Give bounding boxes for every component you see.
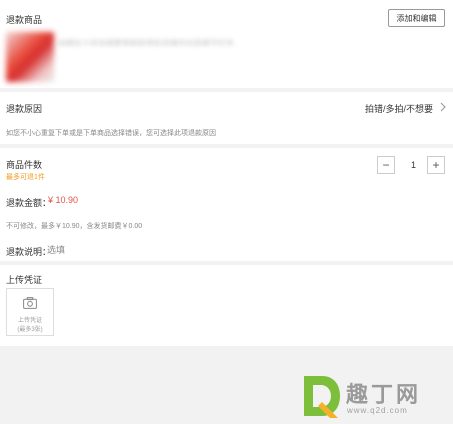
quantity-max-text: 最多可退1件 <box>6 174 45 181</box>
refund-goods-title: 退款商品 <box>6 15 43 25</box>
refund-details-section: 商品件数 最多可退1件 − 1 + 退款金额： ¥ 10.90 不可修改，最多￥… <box>0 148 453 261</box>
refund-reason-hint: 如您不小心重复下单或是下单商品选择错误，您可选择此项退款原因 <box>6 130 216 137</box>
refund-amount-value: ¥ 10.90 <box>48 195 79 205</box>
refund-amount-label: 退款金额： <box>6 198 52 208</box>
refund-explanation-label: 退款说明： <box>6 247 52 257</box>
upload-proof-label: 上传凭证 <box>17 318 42 324</box>
quantity-title: 商品件数 <box>6 160 43 170</box>
refund-reason-value[interactable]: 拍错/多拍/不想要 <box>365 102 433 115</box>
chevron-right-icon[interactable] <box>440 100 446 115</box>
refund-goods-section: 退款商品 添加和编辑 纯棉女士连衣裙夏季新款宽松显瘦中长款裙子红色 <box>0 0 453 88</box>
watermark-logo-icon <box>304 376 340 418</box>
upload-proof-limit: (最多3张) <box>17 327 43 333</box>
upload-proof-section: 上传凭证 上传凭证 (最多3张) <box>0 265 453 346</box>
watermark-text: 趣丁网 <box>346 382 422 408</box>
refund-amount-note: 不可修改，最多￥10.90，含发货邮费￥0.00 <box>6 223 143 230</box>
refund-reason-title: 退款原因 <box>6 104 43 114</box>
quantity-value: 1 <box>410 160 416 170</box>
watermark: 趣丁网 www.q2d.com <box>300 370 450 422</box>
camera-icon <box>23 297 37 309</box>
upload-proof-title: 上传凭证 <box>6 275 43 285</box>
quantity-minus-button[interactable]: − <box>377 156 395 174</box>
product-thumbnail <box>6 32 54 82</box>
quantity-plus-button[interactable]: + <box>427 156 445 174</box>
product-name: 纯棉女士连衣裙夏季新款宽松显瘦中长款裙子红色 <box>58 39 234 46</box>
watermark-url: www.q2d.com <box>347 406 408 415</box>
upload-proof-button[interactable]: 上传凭证 (最多3张) <box>6 288 54 336</box>
add-edit-button[interactable]: 添加和编辑 <box>388 9 445 27</box>
refund-reason-section[interactable]: 退款原因 拍错/多拍/不想要 如您不小心重复下单或是下单商品选择错误，您可选择此… <box>0 92 453 144</box>
refund-explanation-input[interactable] <box>47 244 247 256</box>
